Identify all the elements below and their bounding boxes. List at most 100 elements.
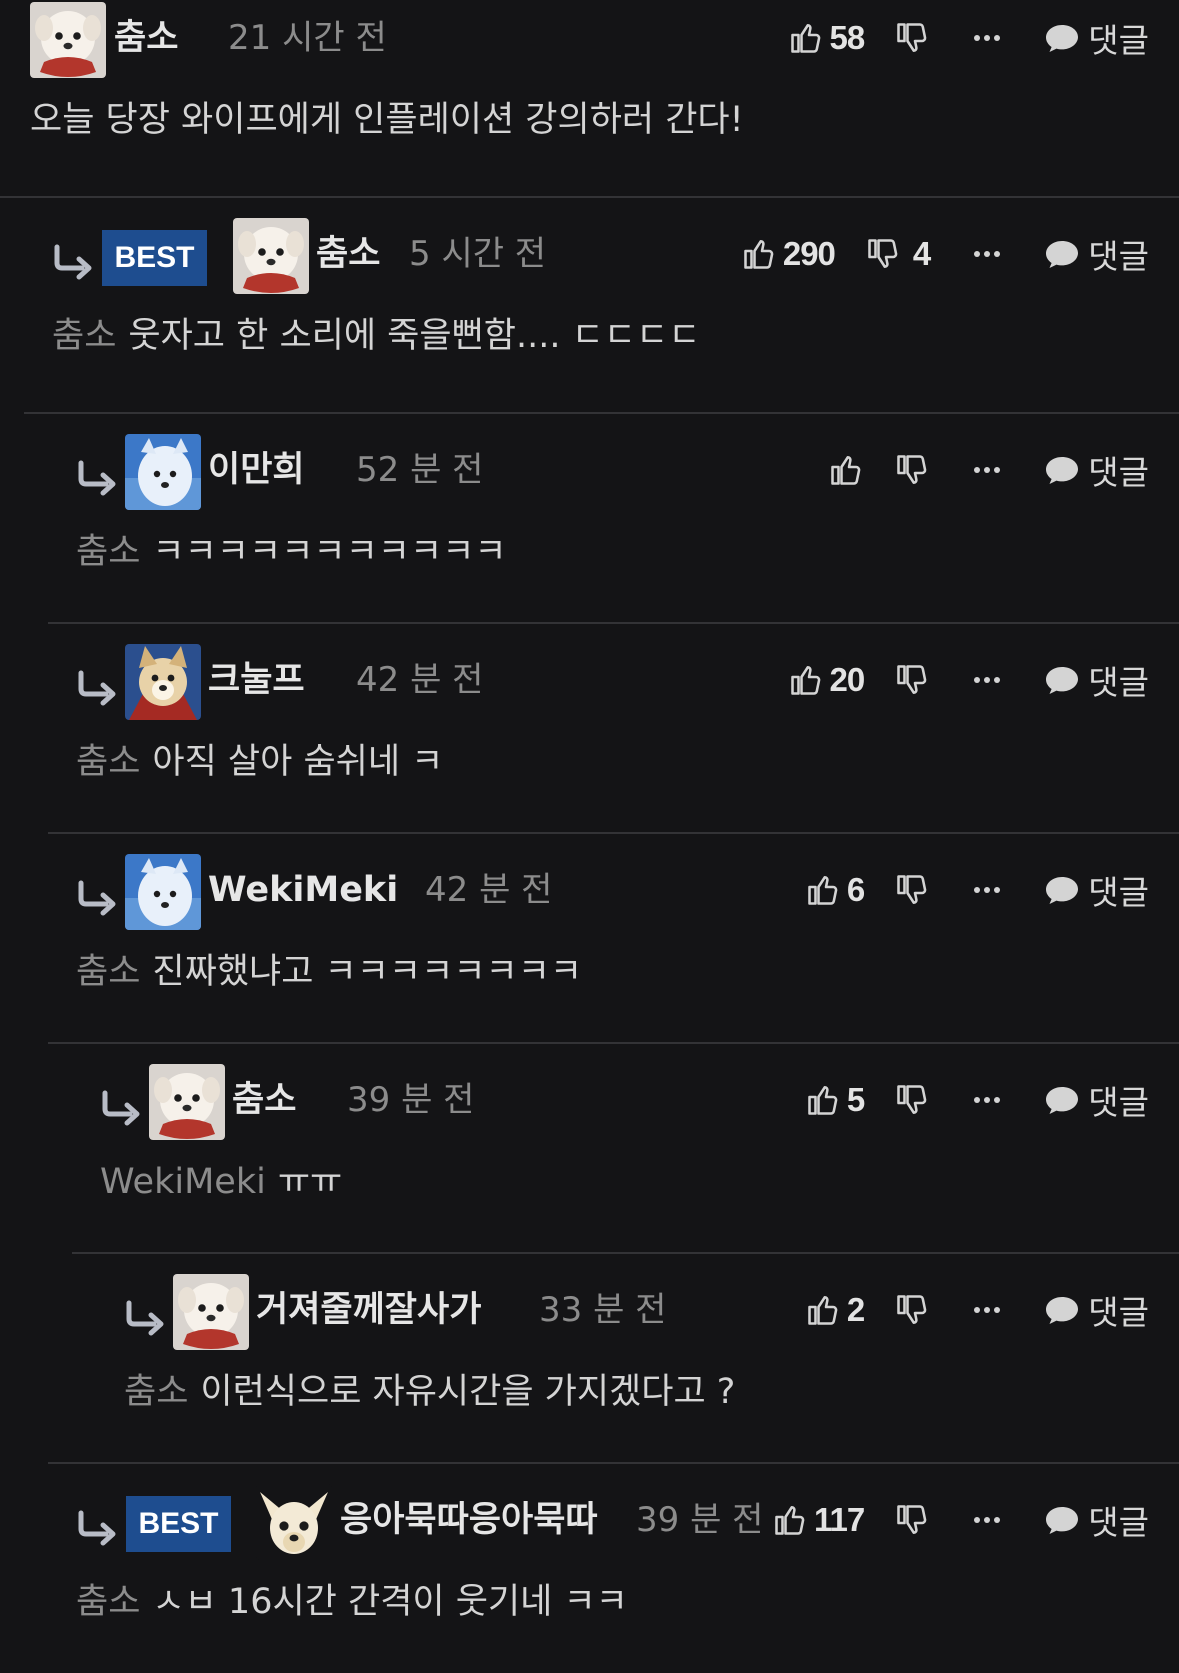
comment-actions: 58 댓글 [788,10,1149,66]
more-button[interactable] [972,885,1002,895]
divider [48,622,1179,624]
dislike-button[interactable] [894,872,930,908]
reply-button[interactable]: 댓글 [1044,14,1149,62]
reply-arrow-icon [124,1300,168,1336]
reply-arrow-icon [76,460,120,496]
more-button[interactable] [972,33,1002,43]
mention[interactable]: 춤소 [76,1582,140,1622]
avatar[interactable] [149,1064,225,1140]
dislike-button[interactable] [894,452,930,488]
comment-text: 이런식으로 자유시간을 가지겠다고 ? [200,1372,736,1412]
reply-arrow-icon [52,244,96,280]
more-button[interactable] [972,1095,1002,1105]
reply-button[interactable]: 댓글 [1044,1496,1149,1544]
comment-actions: 6 댓글 [805,862,1149,918]
comment-text: 오늘 당장 와이프에게 인플레이션 강의하러 간다! [30,100,744,140]
mention[interactable]: 춤소 [52,316,116,356]
divider [24,412,1179,414]
mention[interactable]: 춤소 [76,952,140,992]
speech-bubble-icon [1044,454,1080,486]
comment-text: 진짜했냐고 ㅋㅋㅋㅋㅋㅋㅋㅋ [152,952,583,992]
comment-author[interactable]: 응아묵따응아묵따 [340,1492,598,1548]
mention[interactable]: 춤소 [76,742,140,782]
avatar[interactable] [30,2,106,78]
comment-author[interactable]: 크눌프 [208,652,305,708]
speech-bubble-icon [1044,22,1080,54]
dislike-button[interactable] [894,1502,930,1538]
avatar[interactable] [125,644,201,720]
reply-arrow-icon [100,1090,144,1126]
more-dots-icon [972,1515,1002,1525]
avatar[interactable] [173,1274,249,1350]
like-count: 117 [814,1501,865,1538]
comment-time: 39 분 전 [347,1080,475,1120]
more-dots-icon [972,33,1002,43]
avatar[interactable] [256,1484,332,1560]
more-dots-icon [972,1305,1002,1315]
more-dots-icon [972,465,1002,475]
divider [48,832,1179,834]
comment-author[interactable]: 춤소 [114,10,178,66]
like-button[interactable]: 2 [805,1291,865,1329]
dislike-button[interactable] [894,662,930,698]
thumbs-down-icon [894,872,930,908]
speech-bubble-icon [1044,664,1080,696]
avatar[interactable] [125,854,201,930]
like-button[interactable] [828,452,864,488]
comment-author[interactable]: 춤소 [316,226,380,282]
mention[interactable]: 춤소 [76,532,140,572]
comment-author[interactable]: 춤소 [232,1072,296,1128]
thumbs-up-icon [741,236,777,272]
comment-body: 오늘 당장 와이프에게 인플레이션 강의하러 간다! [30,92,744,148]
comment: 춤소 39 분 전 5 댓글 WekiMeki ㅠㅠ [48,1042,1179,1252]
avatar[interactable] [233,218,309,294]
divider [0,196,1179,198]
more-button[interactable] [972,1305,1002,1315]
mention[interactable]: 춤소 [124,1372,188,1412]
like-button[interactable]: 20 [788,661,865,699]
reply-arrow-icon [76,670,120,706]
dislike-button[interactable] [894,1292,930,1328]
reply-button[interactable]: 댓글 [1044,1076,1149,1124]
dislike-button[interactable]: 4 [865,235,931,273]
dislike-count: 4 [912,235,931,272]
like-count: 6 [846,871,865,908]
reply-button[interactable]: 댓글 [1044,230,1149,278]
comment-author[interactable]: 이만희 [208,442,305,498]
like-button[interactable]: 117 [772,1501,865,1539]
more-button[interactable] [972,1515,1002,1525]
like-button[interactable]: 290 [741,235,836,273]
thumbs-up-icon [788,20,824,56]
like-button[interactable]: 6 [805,871,865,909]
more-button[interactable] [972,249,1002,259]
comment-body: 춤소 ㅅㅂ 16시간 간격이 웃기네 ㅋㅋ [76,1574,628,1630]
comment-body: WekiMeki ㅠㅠ [100,1154,342,1210]
comment-text: ㅠㅠ [277,1162,343,1202]
avatar[interactable] [125,434,201,510]
like-count: 5 [846,1081,865,1118]
comment-time: 33 분 전 [539,1290,667,1330]
comment-actions: 290 4 댓글 [741,226,1149,282]
reply-button[interactable]: 댓글 [1044,866,1149,914]
dislike-button[interactable] [894,20,930,56]
more-button[interactable] [972,465,1002,475]
reply-button[interactable]: 댓글 [1044,656,1149,704]
comment: BEST 춤소 5 시간 전 290 4 댓글 춤소 웃자고 한 소리에 죽을뻔함… [0,196,1179,406]
reply-button[interactable]: 댓글 [1044,446,1149,494]
comment-author[interactable]: 거져줄께잘사가 [256,1282,481,1338]
like-count: 20 [829,661,866,698]
like-button[interactable]: 5 [805,1081,865,1119]
comment-body: 춤소 ㅋㅋㅋㅋㅋㅋㅋㅋㅋㅋㅋ [76,524,507,580]
like-count: 2 [846,1291,865,1328]
reply-button[interactable]: 댓글 [1044,1286,1149,1334]
dislike-button[interactable] [894,1082,930,1118]
thumbs-up-icon [828,452,864,488]
comment-time: 5 시간 전 [409,234,547,274]
reply-label: 댓글 [1088,873,1149,912]
more-button[interactable] [972,675,1002,685]
mention[interactable]: WekiMeki [100,1162,266,1202]
comment-author[interactable]: WekiMeki [208,862,398,918]
thumbs-up-icon [772,1502,808,1538]
comment-time: 52 분 전 [356,450,484,490]
like-button[interactable]: 58 [788,19,865,57]
